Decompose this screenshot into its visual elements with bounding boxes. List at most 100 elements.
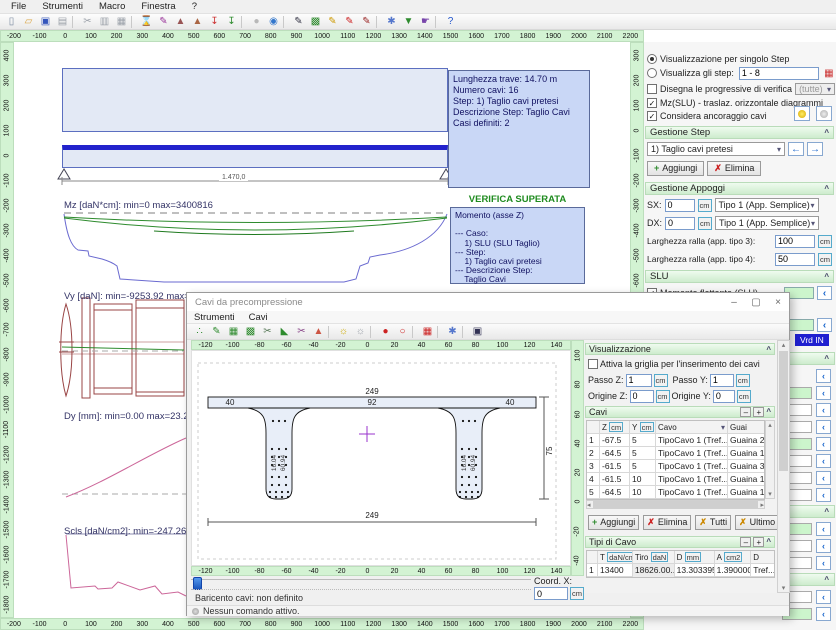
dialog-toolbar-icon[interactable]: ▲ [310,325,327,339]
dialog-toolbar-icon[interactable] [437,326,443,338]
dropdown-icon[interactable]: ▾ [721,423,725,432]
toolbar-icon[interactable] [241,16,247,28]
menu-item[interactable]: ? [185,1,204,12]
section-gestione-step[interactable]: Gestione Step^ [645,126,834,139]
dialog-toolbar-icon[interactable] [328,326,334,338]
expand-button[interactable]: ‹ [816,488,831,502]
grow-button[interactable]: + [753,537,764,547]
toolbar-icon[interactable]: ▱ [20,15,37,29]
coord-x-unit[interactable]: cm [570,587,584,600]
shrink-button[interactable]: – [740,537,751,547]
coord-x-input[interactable] [534,587,568,600]
sx-type-select[interactable]: Tipo 1 (App. Semplice) [715,198,819,212]
expand-button[interactable]: ‹ [816,454,831,468]
dialog-toolbar-icon[interactable]: ✎ [208,325,225,339]
sx-input[interactable] [665,199,695,212]
unit-chip[interactable]: cm2 [724,552,742,562]
expand-button[interactable]: ‹ [816,539,831,553]
toolbar-icon[interactable]: ▦ [113,15,130,29]
menu-item[interactable]: Macro [92,1,132,12]
origine-y-unit[interactable]: cm [737,390,751,403]
cavi-ultimo-button[interactable]: ✗Ultimo [735,515,779,530]
dialog-toolbar-icon[interactable]: ▩ [242,325,259,339]
cavi-table-row[interactable]: 3 -61.5 5 TipoCavo 1 (Tref... Guaina 3 [587,460,764,473]
toolbar-icon[interactable]: ▼ [400,15,417,29]
toolbar-icon[interactable]: ▲ [189,15,206,29]
step-prev-button[interactable]: ← [788,142,804,156]
menu-item[interactable]: Finestra [134,1,182,12]
toolbar-icon[interactable]: ▯ [3,15,20,29]
tipi-table-row[interactable]: 1 13400 18626.00... 13.303395 1.390000..… [587,564,774,577]
ralla3-input[interactable] [775,235,815,248]
section-cavi[interactable]: Cavi – + ^ [585,406,775,418]
toolbar-icon[interactable]: ● [248,15,265,29]
dialog-menu-item[interactable]: Cavi [242,312,275,323]
collapse-icon[interactable]: ^ [766,407,771,417]
toolbar-icon[interactable]: ✎ [155,15,172,29]
toolbar-icon[interactable]: ✎ [290,15,307,29]
section-visualizzazione[interactable]: Visualizzazione^ [585,343,775,355]
cavi-elimina-button[interactable]: ✗Elimina [643,515,691,530]
section-slu[interactable]: SLU^ [645,270,834,283]
dx-type-select[interactable]: Tipo 1 (App. Semplice) [715,216,819,230]
dx-unit[interactable]: cm [698,217,712,230]
cavi-vscrollbar[interactable]: ▴▾ [765,420,775,499]
collapse-icon[interactable]: ^ [824,184,829,193]
ralla4-unit[interactable]: cm [818,253,832,266]
expand-button[interactable]: ‹ [816,607,831,621]
toolbar-icon[interactable]: ? [442,15,459,29]
radio-steps[interactable] [647,68,657,78]
toolbar-icon[interactable]: ☛ [417,15,434,29]
cavi-tutti-button[interactable]: ✗Tutti [695,515,731,530]
cavi-table-row[interactable]: 1 -67.5 5 TipoCavo 1 (Tref... Guaina 2 [587,434,764,447]
toolbar-icon[interactable]: ▲ [172,15,189,29]
dialog-toolbar-icon[interactable]: ☼ [352,325,369,339]
aggiungi-step-button[interactable]: +Aggiungi [647,161,704,176]
dialog-toolbar-icon[interactable]: ● [377,325,394,339]
cavi-table-row[interactable]: 4 -61.5 10 TipoCavo 1 (Tref... Guaina 1 [587,473,764,486]
cavi-table-row[interactable]: 2 -64.5 5 TipoCavo 1 (Tref... Guaina 1 [587,447,764,460]
passo-y-input[interactable] [710,374,734,387]
dialog-toolbar-icon[interactable]: ✂ [259,325,276,339]
dialog-toolbar-icon[interactable]: ∴ [191,325,208,339]
dialog-scrollbar[interactable]: ▴ ▾ [777,340,790,593]
cavi-dialog[interactable]: Cavi da precompressione – ▢ × StrumentiC… [186,292,790,616]
close-icon[interactable]: × [767,294,789,311]
progressive-select[interactable]: (tutte) [795,83,835,95]
dialog-toolbar-icon[interactable]: ◣ [276,325,293,339]
grow-button[interactable]: + [753,407,764,417]
sx-unit[interactable]: cm [698,199,712,212]
dialog-toolbar-icon[interactable]: ✱ [444,325,461,339]
section-tipi-di-cavo[interactable]: Tipi di Cavo – + ^ [585,536,775,548]
unit-chip[interactable]: mm [685,552,702,562]
toolbar-icon[interactable]: ⌛ [138,15,155,29]
toolbar-icon[interactable]: ◉ [265,15,282,29]
collapse-icon[interactable]: ^ [766,345,771,354]
collapse-icon[interactable]: ^ [824,128,829,137]
passo-y-unit[interactable]: cm [736,374,750,387]
toolbar-icon[interactable]: ✎ [341,15,358,29]
passo-z-input[interactable] [626,374,652,387]
toolbar-icon[interactable]: ↧ [206,15,223,29]
expand-button[interactable]: ‹ [816,471,831,485]
collapse-icon[interactable]: ^ [824,272,829,281]
lamp-off-button[interactable] [816,106,832,121]
cavi-aggiungi-button[interactable]: +Aggiungi [588,515,639,530]
origine-z-input[interactable] [630,390,654,403]
unit-chip[interactable]: daN/cm2 [607,552,633,562]
menu-item[interactable]: Strumenti [35,1,90,12]
expand-button[interactable]: ‹ [816,403,831,417]
toolbar-icon[interactable]: ▤ [54,15,71,29]
toolbar-icon[interactable]: ▩ [307,15,324,29]
unit-chip[interactable]: daN [651,552,669,562]
toolbar-icon[interactable] [283,16,289,28]
collapse-icon[interactable]: ^ [824,575,829,584]
toolbar-icon[interactable]: ▥ [96,15,113,29]
steps-apply-icon[interactable]: ▦ [822,66,836,80]
section-gestione-appoggi[interactable]: Gestione Appoggi^ [645,182,834,195]
progressive-checkbox[interactable] [647,84,657,94]
dialog-toolbar-icon[interactable] [370,326,376,338]
toolbar-icon[interactable] [376,16,382,28]
ralla3-unit[interactable]: cm [818,235,832,248]
elimina-step-button[interactable]: ✗Elimina [707,161,761,176]
